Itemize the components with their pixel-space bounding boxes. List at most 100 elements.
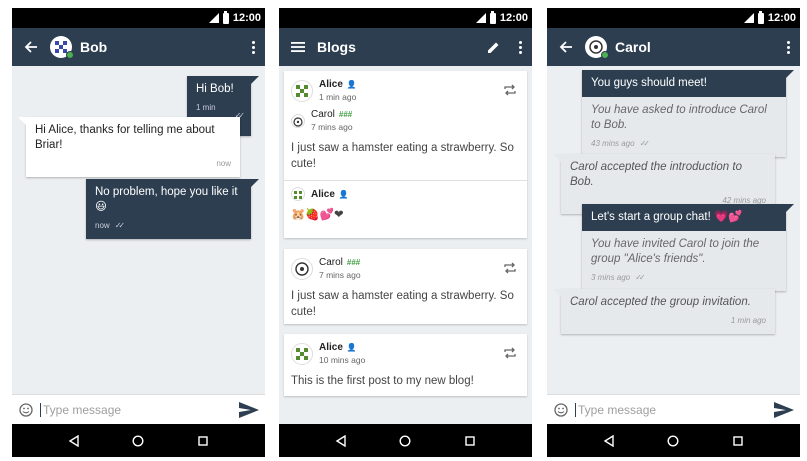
- menu-icon[interactable]: [279, 28, 317, 66]
- toolbar: Carol: [547, 28, 800, 66]
- back-arrow-icon[interactable]: [547, 28, 585, 66]
- online-indicator: [601, 51, 609, 59]
- avatar: [291, 113, 305, 128]
- blog-post-card[interactable]: Alice 👤 10 mins ago This is the first pos…: [284, 334, 527, 396]
- emoji-icon[interactable]: [12, 395, 40, 425]
- phone-chat-bob: 12:00 Bob Hi Bob! 1 min ago✓✓ Hi Alice, …: [12, 8, 265, 457]
- post-time: 7 mins ago: [319, 270, 361, 280]
- battery-icon: [489, 10, 496, 24]
- post-text: This is the first post to my new blog!: [291, 375, 474, 387]
- message-time: now: [216, 159, 231, 168]
- comment-author[interactable]: Alice: [311, 189, 335, 200]
- text-cursor: [40, 402, 41, 417]
- nav-back-icon[interactable]: [599, 431, 619, 451]
- nav-recents-icon[interactable]: [728, 431, 748, 451]
- message-input[interactable]: Type message: [578, 403, 656, 417]
- status-time: 12:00: [767, 12, 796, 24]
- nav-recents-icon[interactable]: [460, 431, 480, 451]
- signal-icon: [475, 13, 486, 23]
- status-time: 12:00: [499, 12, 528, 24]
- notice-text: Carol accepted the introduction to Bob.: [570, 161, 742, 188]
- message-list: You guys should meet! You have asked to …: [547, 66, 800, 394]
- avatar: [291, 187, 305, 201]
- nav-home-icon[interactable]: [663, 431, 683, 451]
- avatar: [291, 257, 313, 280]
- message-incoming[interactable]: Hi Alice, thanks for telling me about Br…: [18, 117, 240, 177]
- avatar: [291, 342, 313, 365]
- system-nav-bar: [547, 424, 800, 457]
- message-list: Hi Bob! 1 min ago✓✓ Hi Alice, thanks for…: [12, 66, 265, 394]
- send-icon[interactable]: [772, 399, 796, 421]
- post-time: 7 mins ago: [311, 122, 353, 132]
- message-text: Hi Alice, thanks for telling me about Br…: [35, 124, 215, 151]
- status-bar: 12:00: [12, 8, 265, 28]
- nav-recents-icon[interactable]: [193, 431, 213, 451]
- page-title: Blogs: [317, 39, 356, 55]
- nav-back-icon[interactable]: [64, 431, 84, 451]
- overflow-icon[interactable]: [508, 28, 532, 66]
- message-time: 3 mins ago: [591, 273, 631, 282]
- read-check-icon: ✓✓: [639, 139, 651, 148]
- notice-text: You have invited Carol to join the group…: [591, 238, 760, 265]
- post-author[interactable]: Carol: [319, 257, 343, 268]
- nav-home-icon[interactable]: [128, 431, 148, 451]
- reblog-author[interactable]: Carol: [311, 109, 335, 120]
- message-outgoing[interactable]: No problem, hope you like it 😃 now ✓✓: [86, 179, 259, 239]
- status-bar: 12:00: [279, 8, 532, 28]
- battery-icon: [222, 10, 229, 24]
- reblog-icon[interactable]: [503, 261, 517, 277]
- contact-avatar: [585, 36, 609, 59]
- battery-icon: [757, 10, 764, 24]
- status-time: 12:00: [232, 12, 261, 24]
- post-author[interactable]: Alice: [319, 79, 343, 90]
- notice-text: Carol accepted the group invitation.: [570, 296, 751, 308]
- nav-back-icon[interactable]: [331, 431, 351, 451]
- post-time: 1 min ago: [319, 92, 357, 102]
- message-text: Let's start a group chat! 💗💕: [591, 211, 743, 223]
- introduction-notice: You have asked to introduce Carol to Bob…: [582, 97, 786, 157]
- person-icon: 👤: [338, 189, 349, 199]
- blog-post-card[interactable]: Alice 👤 1 min ago Carol ### 7 mins ago I j…: [284, 71, 527, 238]
- post-text: I just saw a hamster eating a strawberry…: [291, 290, 514, 318]
- read-check-icon: ✓✓: [635, 273, 646, 282]
- message-notice-incoming[interactable]: Carol accepted the group invitation. 1 m…: [553, 289, 775, 334]
- message-time: 43 mins ago: [591, 139, 635, 148]
- message-input-bar: Type message: [547, 394, 800, 424]
- person-icon: 👤: [346, 343, 357, 352]
- message-outgoing[interactable]: Let's start a group chat! 💗💕 You have in…: [582, 204, 794, 291]
- person-icon: 👤: [346, 80, 357, 89]
- message-text: No problem, hope you like it 😃: [95, 186, 238, 213]
- emoji-icon[interactable]: [547, 395, 575, 425]
- overflow-icon[interactable]: [776, 28, 800, 66]
- message-time: now: [95, 221, 110, 230]
- phone-blogs: 12:00 Blogs Alice 👤 1 min ago Carol ### …: [279, 8, 532, 457]
- post-author[interactable]: Alice: [319, 342, 343, 353]
- toolbar: Bob: [12, 28, 265, 66]
- send-icon[interactable]: [237, 399, 261, 421]
- pencil-icon[interactable]: [478, 28, 508, 66]
- blog-feed: Alice 👤 1 min ago Carol ### 7 mins ago I j…: [279, 66, 532, 396]
- conversation-title: Bob: [80, 39, 108, 55]
- back-arrow-icon[interactable]: [12, 28, 50, 66]
- post-time: 10 mins ago: [319, 355, 366, 365]
- message-text: You guys should meet!: [591, 77, 707, 89]
- author-badge: ###: [346, 258, 361, 267]
- read-check-icon: ✓✓: [114, 221, 126, 230]
- post-text: I just saw a hamster eating a strawberry…: [291, 142, 514, 170]
- toolbar: Blogs: [279, 28, 532, 66]
- message-text: Hi Bob!: [196, 83, 234, 95]
- conversation-title: Carol: [615, 39, 651, 55]
- text-cursor: [575, 402, 576, 417]
- nav-home-icon[interactable]: [395, 431, 415, 451]
- signal-icon: [208, 13, 219, 23]
- reblog-icon[interactable]: [503, 83, 517, 99]
- message-time: 1 min ago: [730, 316, 766, 325]
- message-input[interactable]: Type message: [43, 403, 121, 417]
- avatar: [291, 79, 313, 102]
- message-outgoing[interactable]: You guys should meet! You have asked to …: [582, 70, 794, 157]
- author-badge: ###: [338, 110, 353, 119]
- reblog-icon[interactable]: [503, 346, 517, 362]
- blog-post-card[interactable]: Carol ### 7 mins ago I just saw a hamster…: [284, 249, 527, 324]
- system-nav-bar: [12, 424, 265, 457]
- overflow-icon[interactable]: [241, 28, 265, 66]
